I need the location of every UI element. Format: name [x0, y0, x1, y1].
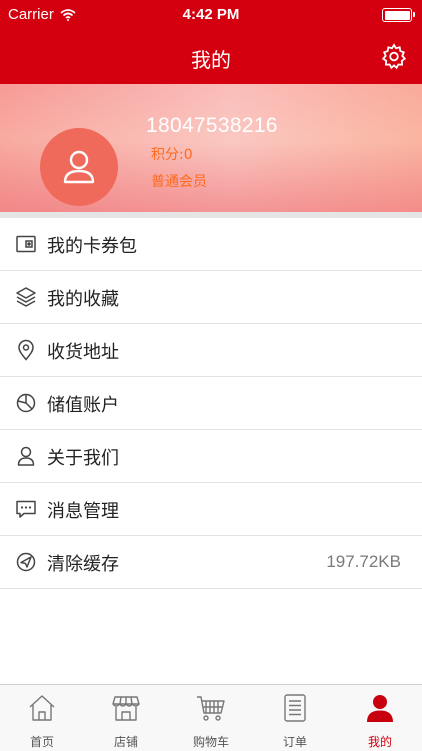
- menu-item-label: 关于我们: [47, 448, 119, 469]
- menu-item-favorites[interactable]: 我的收藏: [0, 271, 422, 324]
- tab-label: 首页: [29, 735, 54, 749]
- tab-store[interactable]: 店铺: [84, 685, 168, 751]
- menu-list: 我的卡券包 我的收藏 收货地址 储值账户 关于我们 消息管理 清除缓存 197.…: [0, 218, 422, 589]
- menu-item-shipping-address[interactable]: 收货地址: [0, 324, 422, 377]
- page-title: 我的: [191, 48, 231, 72]
- menu-item-label: 消息管理: [47, 501, 119, 522]
- tab-label: 店铺: [113, 735, 138, 749]
- cart-icon: [197, 696, 225, 721]
- navigation-bar: 我的: [0, 30, 422, 84]
- profile-header: 18047538216 积分:0 普通会员: [0, 84, 422, 212]
- chat-bubble-icon: [16, 500, 36, 518]
- tab-bar: 首页 店铺 购物车 订单 我的: [0, 684, 422, 751]
- tab-label: 订单: [282, 735, 307, 749]
- profile-icon: [367, 695, 393, 722]
- menu-item-message-management[interactable]: 消息管理: [0, 483, 422, 536]
- menu-item-label: 我的收藏: [47, 289, 119, 310]
- tab-home[interactable]: 首页: [0, 685, 84, 751]
- menu-item-label: 储值账户: [47, 395, 119, 416]
- menu-item-clear-cache[interactable]: 清除缓存 197.72KB: [0, 536, 422, 589]
- user-phone: 18047538216: [146, 114, 278, 137]
- cache-size: 197.72KB: [326, 552, 401, 571]
- menu-item-about-us[interactable]: 关于我们: [0, 430, 422, 483]
- home-icon: [29, 695, 55, 721]
- tab-label: 我的: [367, 735, 392, 749]
- status-bar: Carrier 4:42 PM: [0, 0, 422, 30]
- store-icon: [112, 696, 140, 721]
- layers-icon: [16, 287, 36, 307]
- tab-cart[interactable]: 购物车: [169, 685, 253, 751]
- user-icon: [63, 150, 95, 184]
- tab-label: 购物车: [192, 735, 229, 749]
- battery-icon: [382, 8, 415, 22]
- gear-icon[interactable]: [380, 42, 408, 70]
- avatar[interactable]: [40, 128, 118, 206]
- wallet-icon: [16, 235, 36, 253]
- menu-item-stored-value[interactable]: 储值账户: [0, 377, 422, 430]
- menu-item-card-wallet[interactable]: 我的卡券包: [0, 218, 422, 271]
- location-pin-icon: [18, 339, 34, 361]
- menu-item-label: 清除缓存: [47, 554, 119, 575]
- membership-level: 普通会员: [151, 174, 207, 190]
- pie-chart-icon: [16, 393, 36, 413]
- tab-orders[interactable]: 订单: [253, 685, 337, 751]
- menu-item-label: 我的卡券包: [47, 236, 137, 257]
- status-time: 4:42 PM: [182, 6, 240, 23]
- tab-profile[interactable]: 我的: [338, 685, 422, 751]
- paper-plane-icon: [16, 552, 36, 572]
- order-list-icon: [284, 694, 306, 722]
- user-points: 积分:0: [151, 147, 193, 163]
- user-outline-icon: [17, 446, 35, 466]
- menu-item-label: 收货地址: [47, 342, 119, 363]
